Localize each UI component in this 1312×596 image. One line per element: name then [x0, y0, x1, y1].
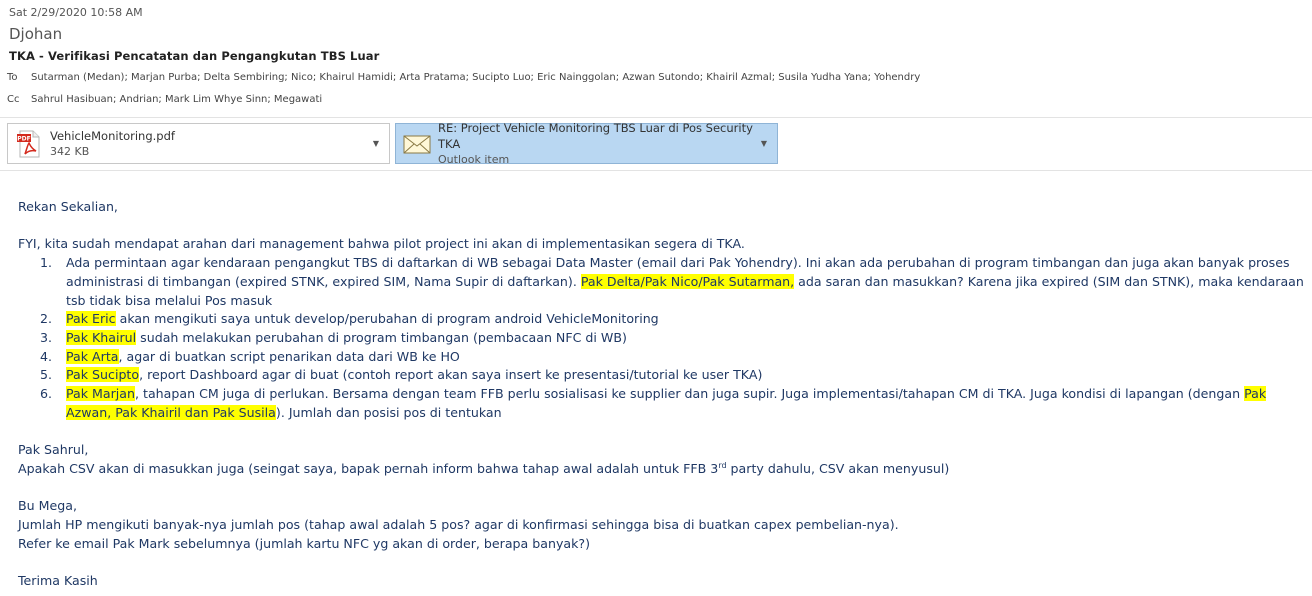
attachment-outlook-item[interactable]: RE: Project Vehicle Monitoring TBS Luar …: [395, 121, 778, 166]
sender-name[interactable]: Djohan: [9, 25, 62, 43]
ordinal-suffix: rd: [718, 460, 727, 470]
list-number: 1.: [40, 255, 53, 271]
list-item: 1. Ada permintaan agar kendaraan pengangk…: [18, 254, 1308, 310]
attachment-pdf-name: VehicleMonitoring.pdf: [50, 128, 175, 143]
cc-label: Cc: [7, 94, 20, 105]
sahrul-text-part: party dahulu, CSV akan menyusul): [726, 460, 950, 476]
attachment-outlook-text: RE: Project Vehicle Monitoring TBS Luar …: [438, 120, 757, 168]
cc-recipients[interactable]: Sahrul Hasibuan; Andrian; Mark Lim Whye …: [31, 94, 322, 105]
sahrul-text-part: Apakah CSV akan di masukkan juga (seinga…: [18, 460, 719, 476]
to-row: To Sutarman (Medan); Marjan Purba; Delta …: [7, 72, 920, 83]
to-label: To: [7, 72, 18, 83]
email-subject: TKA - Verifikasi Pencatatan dan Pengangk…: [9, 49, 380, 63]
list-item: 2. Pak Eric akan mengikuti saya untuk dev…: [18, 310, 1308, 329]
highlighted-text: Pak Eric: [66, 311, 116, 327]
intro-text: FYI, kita sudah mendapat arahan dari man…: [18, 236, 745, 252]
highlighted-text: Pak Delta/Pak Nico/Pak Sutarman,: [580, 273, 795, 289]
highlighted-text: Pak Arta: [66, 348, 119, 364]
attachment-pdf[interactable]: PDF VehicleMonitoring.pdf 342 KB ▼: [7, 123, 390, 164]
message-body: Rekan Sekalian, FYI, kita sudah mendapat…: [18, 198, 1308, 591]
chevron-down-icon[interactable]: ▼: [757, 139, 771, 148]
list-number: 5.: [40, 367, 53, 383]
attachment-pdf-text: VehicleMonitoring.pdf 342 KB: [50, 128, 369, 160]
svg-text:PDF: PDF: [17, 135, 30, 142]
list-item: 5. Pak Sucipto, report Dashboard agar di …: [18, 366, 1308, 385]
mega-text-line: Jumlah HP mengikuti banyak-nya jumlah po…: [18, 516, 899, 532]
list-text: sudah melakukan perubahan di program tim…: [136, 329, 627, 345]
list-number: 4.: [40, 348, 53, 364]
attachment-outlook-type: Outlook item: [438, 152, 510, 166]
closing: Terima Kasih: [18, 573, 98, 588]
list-item: 3. Pak Khairul sudah melakukan perubahan …: [18, 329, 1308, 348]
list-item: 4. Pak Arta, agar di buatkan script penar…: [18, 348, 1308, 367]
list-number: 6.: [40, 386, 53, 402]
list-text: , report Dashboard agar di buat (contoh …: [139, 367, 763, 383]
envelope-icon: [402, 129, 432, 159]
list-text: ). Jumlah dan posisi pos di tentukan: [275, 404, 502, 420]
pdf-icon: PDF: [14, 129, 44, 159]
sent-date: Sat 2/29/2020 10:58 AM: [9, 6, 143, 19]
sahrul-greeting: Pak Sahrul,: [18, 442, 89, 458]
list-number: 3.: [40, 329, 53, 345]
list-text: , agar di buatkan script penarikan data …: [118, 348, 460, 364]
to-recipients[interactable]: Sutarman (Medan); Marjan Purba; Delta Se…: [31, 72, 920, 83]
header-divider: [0, 117, 1312, 118]
highlighted-text: Pak Marjan: [66, 386, 136, 402]
chevron-down-icon[interactable]: ▼: [369, 139, 383, 148]
list-number: 2.: [40, 311, 53, 327]
attachment-pdf-size: 342 KB: [50, 144, 90, 158]
highlighted-text: Pak Sucipto: [66, 367, 140, 383]
highlighted-text: Pak Khairul: [66, 329, 137, 345]
attachment-outlook-name: RE: Project Vehicle Monitoring TBS Luar …: [438, 120, 753, 151]
greeting: Rekan Sekalian,: [18, 199, 118, 214]
list-text: , tahapan CM juga di perlukan. Bersama d…: [135, 386, 1245, 402]
cc-row: Cc Sahrul Hasibuan; Andrian; Mark Lim Why…: [7, 94, 322, 105]
list-text: akan mengikuti saya untuk develop/peruba…: [115, 311, 659, 327]
list-item: 6. Pak Marjan, tahapan CM juga di perluka…: [18, 385, 1308, 422]
attachments-divider: [0, 170, 1312, 171]
mega-text-line: Refer ke email Pak Mark sebelumnya (juml…: [18, 535, 591, 551]
sahrul-text: Apakah CSV akan di masukkan juga (seinga…: [18, 460, 1308, 479]
mega-greeting: Bu Mega,: [18, 498, 77, 514]
action-list: 1. Ada permintaan agar kendaraan pengangk…: [18, 254, 1308, 422]
